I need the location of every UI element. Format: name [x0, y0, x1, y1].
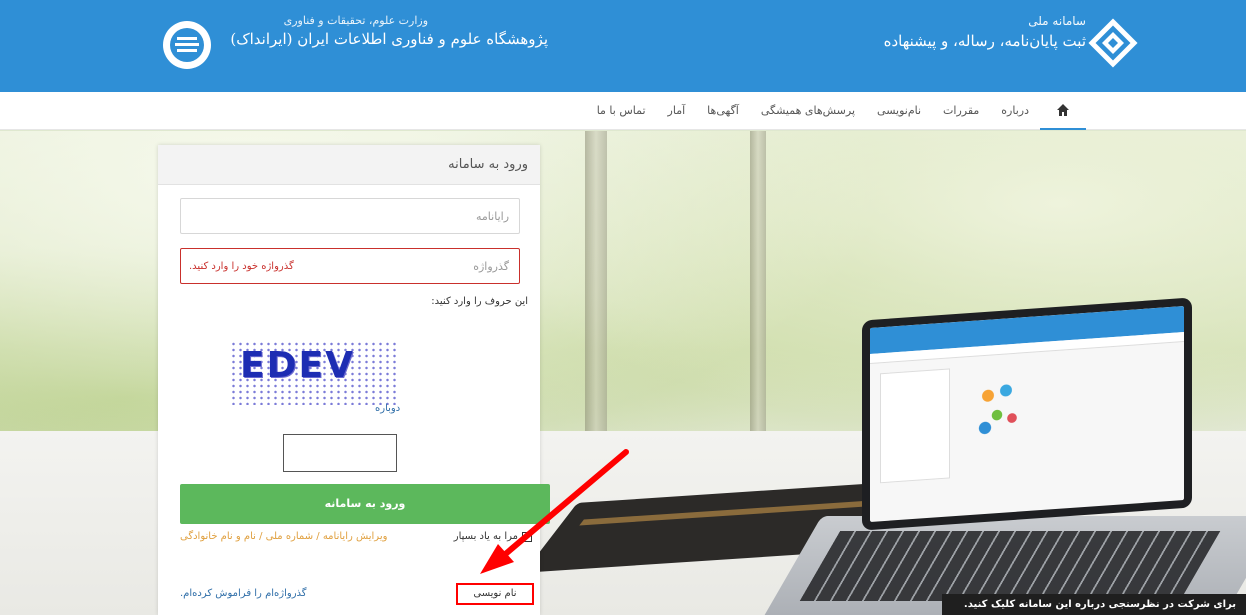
top-header: سامانه ملی ثبت پایان‌نامه، رساله، و پیشن…: [0, 0, 1246, 92]
ministry-name: وزارت علوم، تحقیقات و فناوری: [283, 14, 428, 27]
nav-about[interactable]: درباره: [990, 92, 1040, 130]
password-error: گذرواژه خود را وارد کنید.: [189, 261, 294, 272]
nav-rules[interactable]: مقررات: [932, 92, 990, 130]
captcha-input[interactable]: [283, 434, 397, 472]
nav-register[interactable]: نام‌نویسی: [866, 92, 932, 130]
password-field[interactable]: گذرواژه گذرواژه خود را وارد کنید.: [180, 248, 520, 284]
captcha-refresh-link[interactable]: دوباره: [375, 403, 400, 414]
system-title: سامانه ملی ثبت پایان‌نامه، رساله، و پیشن…: [766, 14, 1086, 74]
nav-items: درباره مقررات نام‌نویسی پرسش‌های همیشگی …: [586, 92, 1086, 130]
system-logo-icon[interactable]: [1088, 18, 1138, 68]
captcha-text: EDEV: [240, 345, 355, 386]
laptop-display-form: [880, 368, 950, 484]
survey-banner[interactable]: برای شرکت در نظرسنجی درباره این سامانه ک…: [942, 594, 1246, 615]
window-frame: [585, 131, 607, 431]
laptop-keyboard: [799, 531, 1221, 601]
forgot-password-link[interactable]: گذرواژه‌ام را فراموش کرده‌ام.: [180, 588, 307, 599]
nav-stats[interactable]: آمار: [657, 92, 697, 130]
nav-faq[interactable]: پرسش‌های همیشگی: [750, 92, 866, 130]
home-icon[interactable]: [1040, 92, 1086, 130]
annotation-arrow-icon: [480, 449, 629, 574]
email-placeholder: رایانامه: [476, 210, 509, 223]
login-title: ورود به سامانه: [158, 145, 540, 185]
email-field[interactable]: رایانامه: [180, 198, 520, 234]
institute-title: وزارت علوم، تحقیقات و فناوری پژوهشگاه عل…: [228, 14, 548, 74]
system-name-line1: سامانه ملی: [1028, 14, 1086, 28]
laptop-display: [870, 306, 1184, 522]
captcha-label: این حروف را وارد کنید:: [431, 296, 528, 307]
register-button[interactable]: نام نویسی: [456, 583, 534, 605]
main-nav: درباره مقررات نام‌نویسی پرسش‌های همیشگی …: [0, 92, 1246, 130]
edit-profile-link[interactable]: ویرایش رایانامه / شماره ملی / نام و نام …: [180, 531, 387, 542]
captcha-image: EDEV: [230, 341, 398, 405]
password-placeholder: گذرواژه: [473, 260, 509, 273]
nav-ads[interactable]: آگهی‌ها: [696, 92, 750, 130]
institute-name: پژوهشگاه علوم و فناوری اطلاعات ایران (ای…: [230, 30, 548, 48]
irandoc-logo-icon[interactable]: [160, 18, 214, 72]
nav-contact[interactable]: تماس با ما: [586, 92, 657, 130]
system-name-line2: ثبت پایان‌نامه، رساله، و پیشنهاده: [883, 32, 1086, 50]
window-frame: [750, 131, 766, 431]
laptop-image: [862, 297, 1192, 531]
laptop-display-tree: [970, 368, 1030, 453]
